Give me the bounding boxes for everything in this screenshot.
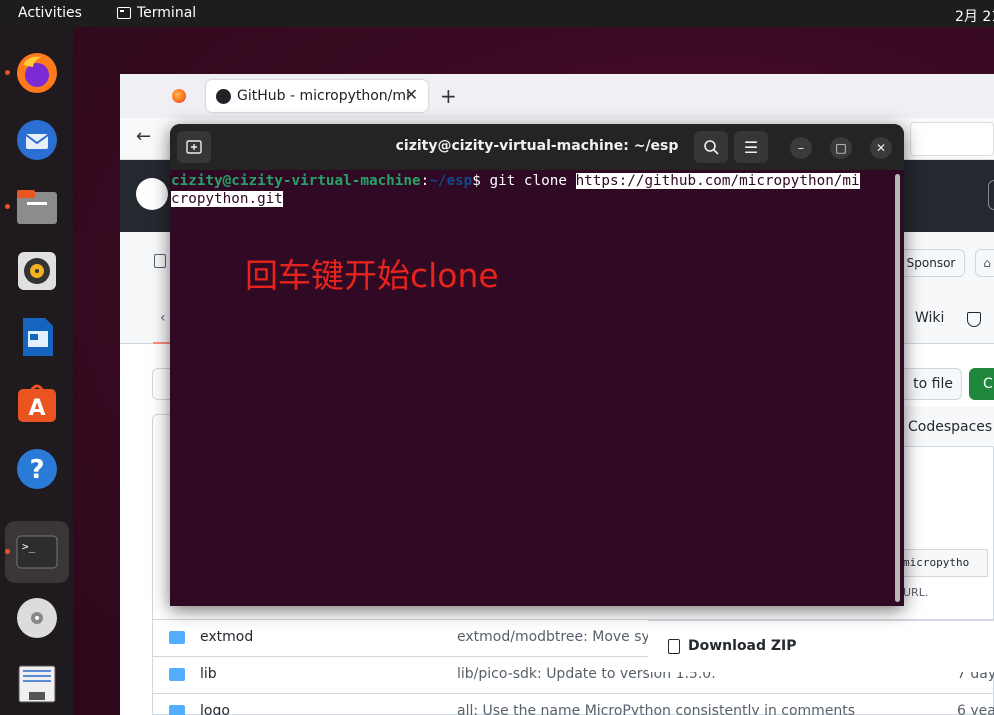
terminal-header-bar: cizity@cizity-virtual-machine: ~/esp ☰ –… [170, 124, 904, 170]
tab-close-icon[interactable]: ✕ [405, 85, 418, 104]
selected-url-part2: cropython.git [171, 191, 283, 207]
terminal-output[interactable]: cizity@cizity-virtual-machine:~/esp$ git… [171, 172, 896, 208]
prompt-colon: : [420, 173, 430, 189]
browser-tab-bar: GitHub - micropython/mi ✕ + [120, 74, 994, 118]
code-button[interactable]: C [969, 368, 994, 400]
tab-title: GitHub - micropython/mi [237, 88, 410, 104]
download-zip-button[interactable]: Download ZIP [648, 620, 994, 672]
commit-message[interactable]: all: Use the name MicroPython consistent… [457, 703, 855, 715]
sponsor-button[interactable]: Sponsor [897, 249, 965, 277]
app-name: Terminal [137, 5, 197, 21]
search-icon [704, 140, 719, 155]
terminal-icon[interactable]: >_ [13, 528, 61, 576]
maximize-icon[interactable]: □ [830, 137, 852, 159]
commit-date: 6 year [957, 703, 994, 715]
app-center-icon[interactable]: A [13, 379, 61, 427]
back-arrow-icon[interactable]: ← [136, 126, 151, 147]
tab-wiki[interactable]: Wiki [915, 310, 944, 326]
prompt-path: ~/esp [429, 173, 473, 189]
svg-text:A: A [28, 396, 45, 421]
chevron-left-icon[interactable]: ‹ [160, 310, 166, 326]
clock[interactable]: 2月 21 [955, 6, 994, 26]
hamburger-menu-icon[interactable]: ☰ [734, 131, 768, 163]
folder-icon [169, 631, 185, 644]
terminal-app-icon [117, 7, 131, 19]
notifications-bell-icon[interactable]: ⌂ [975, 249, 994, 277]
top-bar: Activities Terminal 2月 21 [0, 0, 994, 27]
new-tab-button[interactable]: + [440, 84, 457, 108]
svg-text:?: ? [29, 455, 44, 485]
url-bar[interactable] [910, 122, 994, 156]
files-icon[interactable] [13, 182, 61, 230]
folder-icon [169, 705, 185, 715]
command-text: git clone [489, 173, 576, 189]
tab-codespaces[interactable]: Codespaces [898, 407, 994, 447]
rhythmbox-icon[interactable] [13, 247, 61, 295]
running-indicator [5, 204, 10, 209]
annotation-text: 回车键开始clone [245, 256, 499, 295]
terminal-search-button[interactable] [694, 131, 728, 163]
terminal-window: cizity@cizity-virtual-machine: ~/esp ☰ –… [170, 124, 904, 606]
selected-url-part1: https://github.com/micropython/mi [575, 173, 860, 189]
close-icon[interactable]: ✕ [870, 137, 892, 159]
clone-url-field[interactable]: micropytho [898, 549, 988, 577]
clone-url-hint: URL. [903, 586, 929, 599]
github-header-button[interactable] [988, 180, 994, 210]
terminal-scrollbar[interactable] [895, 174, 900, 602]
writer-icon[interactable] [13, 313, 61, 361]
running-indicator [5, 549, 10, 554]
help-icon[interactable]: ? [13, 445, 61, 493]
prompt-user: cizity@cizity-virtual-machine [171, 173, 421, 189]
table-row[interactable]: logo all: Use the name MicroPython consi… [152, 693, 994, 715]
folder-icon [169, 668, 185, 681]
running-indicator [5, 70, 10, 75]
browser-tab-github[interactable]: GitHub - micropython/mi ✕ [206, 80, 428, 112]
zip-file-icon [668, 639, 680, 654]
github-favicon [216, 88, 231, 104]
svg-text:>_: >_ [22, 540, 36, 553]
file-name[interactable]: logo [200, 703, 230, 715]
dock: A ? >_ [0, 27, 73, 715]
trash-icon[interactable] [13, 660, 61, 708]
commit-message[interactable]: extmod/modbtree: Move syster [457, 629, 677, 645]
security-shield-icon[interactable] [967, 312, 981, 327]
activities-button[interactable]: Activities [18, 5, 82, 21]
github-logo-icon[interactable] [136, 178, 168, 210]
firefox-pinned-tab-icon[interactable] [172, 89, 186, 103]
dvd-icon[interactable] [13, 594, 61, 642]
minimize-icon[interactable]: – [790, 137, 812, 159]
firefox-icon[interactable] [13, 49, 61, 97]
app-menu[interactable]: Terminal [117, 5, 196, 21]
thunderbird-icon[interactable] [13, 116, 61, 164]
file-name[interactable]: lib [200, 666, 217, 682]
file-name[interactable]: extmod [200, 629, 253, 645]
repo-icon [154, 254, 166, 268]
prompt-dollar: $ [472, 173, 490, 189]
